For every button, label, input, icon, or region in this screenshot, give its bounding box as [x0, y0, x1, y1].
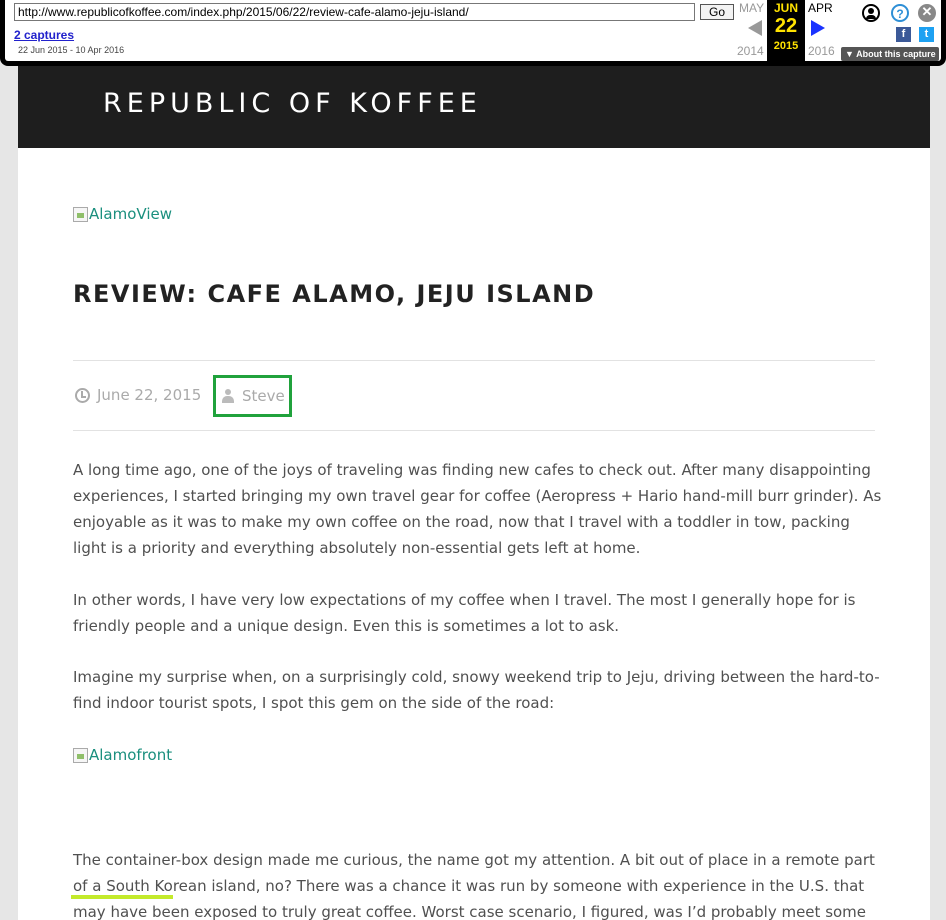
highlight-underline	[71, 895, 173, 899]
prev-year-label[interactable]: 2014	[737, 44, 764, 58]
image-alt-text: Alamofront	[89, 746, 173, 764]
broken-image-icon	[73, 206, 88, 222]
next-year-label[interactable]: 2016	[808, 44, 835, 58]
current-day: 22	[774, 15, 798, 37]
url-input[interactable]	[14, 3, 695, 21]
paragraph: In other words, I have very low expectat…	[73, 591, 856, 635]
broken-image-icon	[73, 747, 88, 763]
highlighted-text: South Korean	[106, 877, 207, 895]
page-content: REPUBLIC OF KOFFEE AlamoView REVIEW: CAF…	[18, 66, 930, 920]
twitter-icon[interactable]: t	[919, 27, 934, 42]
prev-capture-arrow-icon[interactable]	[748, 20, 762, 36]
next-month-label[interactable]: APR	[808, 1, 833, 15]
post-date[interactable]: June 22, 2015	[75, 386, 201, 404]
author-icon	[222, 389, 234, 403]
close-icon[interactable]: ✕	[918, 4, 936, 22]
go-button[interactable]: Go	[700, 4, 734, 20]
divider	[73, 360, 875, 361]
about-capture-button[interactable]: ▼ About this capture	[841, 47, 939, 61]
next-capture-arrow-icon[interactable]	[811, 20, 825, 36]
alamofront-image[interactable]: Alamofront	[73, 746, 172, 764]
post-title: REVIEW: CAFE ALAMO, JEJU ISLAND	[73, 280, 596, 308]
image-alt-text: AlamoView	[89, 205, 173, 223]
help-icon[interactable]: ?	[891, 4, 909, 22]
author-link[interactable]: Steve	[213, 375, 292, 417]
divider	[73, 430, 875, 431]
current-month: JUN	[773, 1, 798, 15]
captures-link[interactable]: 2 captures	[14, 28, 74, 42]
paragraph: Imagine my surprise when, on a surprisin…	[73, 668, 880, 712]
author-name: Steve	[242, 387, 285, 405]
post-date-text: June 22, 2015	[97, 386, 202, 404]
paragraph: The container-box design made me curious…	[73, 847, 883, 920]
clock-icon	[75, 387, 90, 403]
capture-date-range: 22 Jun 2015 - 10 Apr 2016	[18, 45, 125, 55]
alamoview-image[interactable]: AlamoView	[73, 205, 172, 223]
current-year: 2015	[773, 40, 799, 52]
prev-month-label[interactable]: MAY	[739, 1, 764, 15]
current-capture-date: JUN 22 2015	[767, 0, 805, 61]
site-title[interactable]: REPUBLIC OF KOFFEE	[103, 88, 482, 119]
wayback-toolbar: Go 2 captures 22 Jun 2015 - 10 Apr 2016 …	[0, 0, 946, 66]
paragraph: A long time ago, one of the joys of trav…	[73, 461, 882, 557]
facebook-icon[interactable]: f	[896, 27, 911, 42]
site-header: REPUBLIC OF KOFFEE	[18, 66, 930, 148]
user-icon[interactable]	[862, 4, 880, 22]
